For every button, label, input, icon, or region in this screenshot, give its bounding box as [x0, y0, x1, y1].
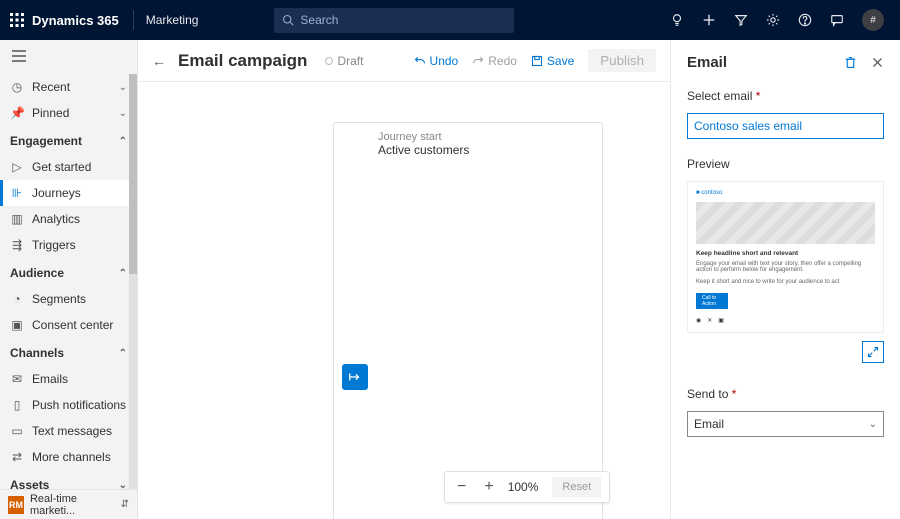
- email-icon: ✉: [10, 372, 24, 386]
- sidebar-pinned[interactable]: 📌Pinned⌄: [0, 100, 137, 126]
- consent-icon: ▣: [10, 318, 24, 332]
- sidebar-recent[interactable]: ◷Recent⌄: [0, 74, 137, 100]
- save-button[interactable]: Save: [531, 54, 574, 68]
- sidebar-more[interactable]: ⇄More channels: [0, 444, 137, 470]
- section-channels[interactable]: Channels⌃: [0, 338, 137, 366]
- status-badge: Draft: [325, 54, 363, 68]
- waffle-icon[interactable]: [10, 13, 24, 27]
- chevron-up-icon: ⌃: [119, 136, 127, 147]
- select-email-label: Select email *: [687, 89, 884, 103]
- zoom-out-button[interactable]: −: [453, 478, 470, 496]
- delete-icon[interactable]: [844, 56, 857, 69]
- chevron-up-icon: ⌃: [119, 348, 127, 359]
- chat-icon[interactable]: [830, 13, 844, 27]
- sms-icon: ▭: [10, 424, 24, 438]
- push-icon: ▯: [10, 398, 24, 412]
- panel-title: Email: [687, 54, 727, 71]
- gear-icon[interactable]: [766, 13, 780, 27]
- select-email-input[interactable]: Contoso sales email: [687, 113, 884, 139]
- environment-switcher[interactable]: RM Real-time marketi... ⇵: [0, 489, 137, 519]
- journey-canvas[interactable]: Journey startActive customers + Send an …: [138, 82, 670, 519]
- search-input[interactable]: [300, 13, 480, 27]
- sidebar-analytics[interactable]: ▥Analytics: [0, 206, 137, 232]
- lightbulb-icon[interactable]: [670, 13, 684, 27]
- chart-icon: ▥: [10, 212, 24, 226]
- chevron-down-icon: ⌄: [119, 82, 127, 93]
- pin-icon: 📌: [10, 106, 24, 120]
- journey-icon: ⊪: [10, 186, 24, 200]
- zoom-controls: − + 100% Reset: [444, 471, 610, 503]
- filter-icon[interactable]: [734, 13, 748, 27]
- app-name: Marketing: [140, 13, 205, 27]
- start-icon: [342, 364, 368, 390]
- sidebar-consent[interactable]: ▣Consent center: [0, 312, 137, 338]
- preview-label: Preview: [687, 157, 884, 171]
- sendto-select[interactable]: Email⌄: [687, 411, 884, 437]
- properties-panel: Email Select email * Contoso sales email…: [670, 40, 900, 519]
- zoom-in-button[interactable]: +: [480, 478, 497, 496]
- redo-button: Redo: [472, 54, 517, 68]
- publish-button: Publish: [588, 49, 656, 72]
- content: ← Email campaign Draft Undo Redo Save Pu…: [138, 40, 670, 519]
- brand: Dynamics 365: [24, 13, 127, 28]
- chevron-up-icon: ⌃: [119, 268, 127, 279]
- expand-icon[interactable]: [862, 341, 884, 363]
- page-header: ← Email campaign Draft Undo Redo Save Pu…: [138, 40, 670, 82]
- node-journey-start[interactable]: Journey startActive customers: [333, 122, 603, 519]
- env-badge: RM: [8, 496, 24, 514]
- avatar[interactable]: #: [862, 9, 884, 31]
- chevron-down-icon: ⌄: [119, 108, 127, 119]
- sidebar-journeys[interactable]: ⊪Journeys: [0, 180, 137, 206]
- trigger-icon: ⇶: [10, 238, 24, 252]
- zoom-level: 100%: [508, 480, 539, 494]
- section-audience[interactable]: Audience⌃: [0, 258, 137, 286]
- sidebar-push[interactable]: ▯Push notifications: [0, 392, 137, 418]
- page-title: Email campaign: [178, 51, 307, 71]
- sidebar-get-started[interactable]: ▷Get started: [0, 154, 137, 180]
- chevron-updown-icon: ⇵: [121, 499, 129, 510]
- more-icon: ⇄: [10, 450, 24, 464]
- reset-button[interactable]: Reset: [552, 477, 601, 497]
- help-icon[interactable]: [798, 13, 812, 27]
- sidebar-segments[interactable]: ◔Segments: [0, 286, 137, 312]
- play-icon: ▷: [10, 160, 24, 174]
- undo-button[interactable]: Undo: [414, 54, 459, 68]
- top-icons: #: [670, 9, 890, 31]
- chevron-down-icon: ⌄: [869, 419, 877, 430]
- hamburger-icon[interactable]: [0, 40, 137, 74]
- topbar: Dynamics 365 Marketing #: [0, 0, 900, 40]
- sidebar-emails[interactable]: ✉Emails: [0, 366, 137, 392]
- section-engagement[interactable]: Engagement⌃: [0, 126, 137, 154]
- close-icon[interactable]: [871, 56, 884, 69]
- search-box[interactable]: [274, 8, 514, 33]
- sidebar: ◷Recent⌄ 📌Pinned⌄ Engagement⌃ ▷Get start…: [0, 40, 138, 519]
- clock-icon: ◷: [10, 80, 24, 94]
- sidebar-text[interactable]: ▭Text messages: [0, 418, 137, 444]
- add-icon[interactable]: [702, 13, 716, 27]
- back-icon[interactable]: ←: [152, 53, 166, 69]
- sidebar-triggers[interactable]: ⇶Triggers: [0, 232, 137, 258]
- email-preview: ■ contoso Keep headline short and releva…: [687, 181, 884, 333]
- sidebar-scrollbar[interactable]: [129, 74, 137, 489]
- divider: [133, 10, 134, 30]
- header-actions: Undo Redo Save Publish: [414, 49, 656, 72]
- sendto-label: Send to *: [687, 387, 884, 401]
- segment-icon: ◔: [10, 292, 24, 306]
